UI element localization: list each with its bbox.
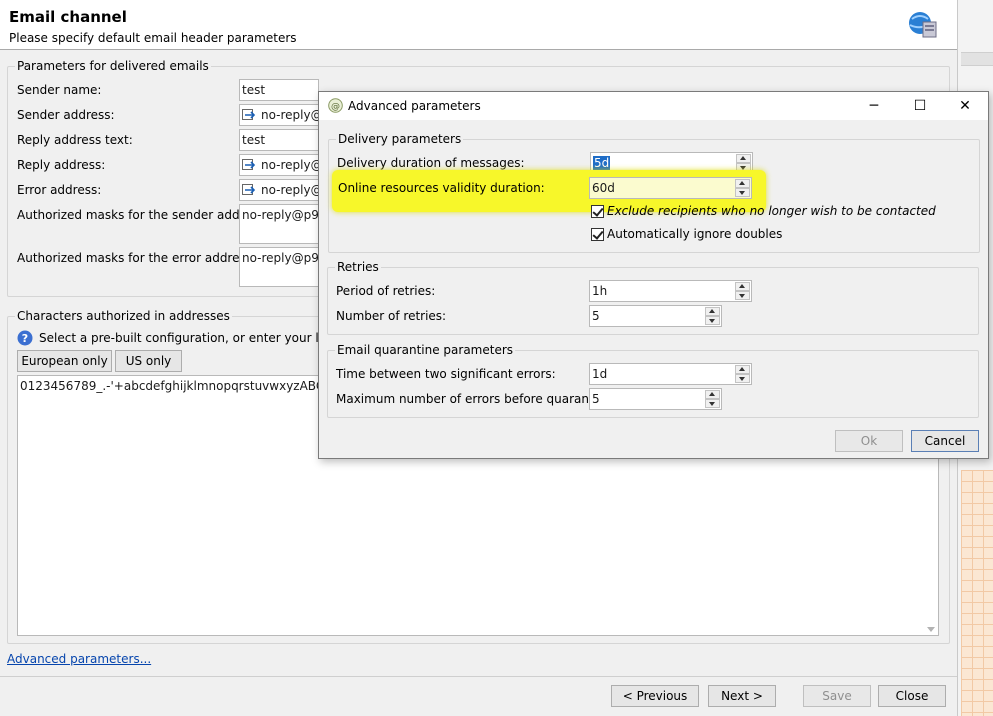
error-address-value: no-reply@ <box>261 183 319 197</box>
sender-address-label: Sender address: <box>17 108 115 122</box>
background-tab <box>961 52 993 66</box>
close-button[interactable]: Close <box>878 685 946 707</box>
scroll-down-arrow[interactable] <box>927 627 935 632</box>
ok-button[interactable]: Ok <box>835 430 903 452</box>
help-icon: ? <box>17 330 33 346</box>
retries-title: Retries <box>335 260 381 274</box>
background-grid <box>961 470 993 716</box>
retry-period-label: Period of retries: <box>336 284 436 298</box>
time-between-errors-value: 1d <box>592 367 608 381</box>
sender-masks-label: Authorized masks for the sender address: <box>17 208 269 222</box>
delivered-emails-group-title: Parameters for delivered emails <box>15 59 211 73</box>
error-masks-value: no-reply@p9.n <box>242 251 319 265</box>
error-address-field[interactable]: no-reply@ <box>239 179 319 201</box>
ignore-doubles-checkbox[interactable] <box>591 228 604 241</box>
reply-text-value: test <box>242 133 266 147</box>
cancel-button[interactable]: Cancel <box>911 430 979 452</box>
european-only-button[interactable]: European only <box>17 350 112 372</box>
wizard-header: Email channel Please specify default ema… <box>0 0 957 50</box>
address-link-icon <box>242 159 256 170</box>
retry-period-value: 1h <box>592 284 608 298</box>
previous-button[interactable]: < Previous <box>611 685 699 707</box>
next-button[interactable]: Next > <box>708 685 776 707</box>
sender-masks-value: no-reply@p9.n <box>242 208 319 222</box>
spin-down-icon[interactable] <box>735 291 750 300</box>
sender-masks-field[interactable]: no-reply@p9.n <box>239 204 319 244</box>
advanced-parameters-link[interactable]: Advanced parameters... <box>7 652 151 666</box>
validity-duration-label: Online resources validity duration: <box>338 181 545 195</box>
address-link-icon <box>242 184 256 195</box>
spin-down-icon[interactable] <box>705 399 720 408</box>
error-address-label: Error address: <box>17 183 102 197</box>
sender-address-value: no-reply@ <box>261 108 319 122</box>
reply-address-label: Reply address: <box>17 158 106 172</box>
footer-separator <box>0 676 957 677</box>
max-errors-value: 5 <box>592 392 600 406</box>
time-between-errors-spinner[interactable]: 1d <box>589 363 752 385</box>
email-channel-logo-icon <box>909 12 937 38</box>
validity-duration-spinner[interactable]: 60d <box>589 177 752 199</box>
validity-duration-value: 60d <box>592 181 615 195</box>
spin-up-icon[interactable] <box>735 365 750 374</box>
sender-name-value: test <box>242 83 266 97</box>
spin-down-icon[interactable] <box>735 188 750 197</box>
reply-text-field[interactable]: test <box>239 129 319 151</box>
retry-period-spinner[interactable]: 1h <box>589 280 752 302</box>
reply-address-field[interactable]: no-reply@ <box>239 154 319 176</box>
characters-group-title: Characters authorized in addresses <box>15 309 232 323</box>
spin-up-icon[interactable] <box>735 282 750 291</box>
max-errors-label: Maximum number of errors before quaranti… <box>336 392 617 406</box>
dialog-content-overlay: Online resources validity duration: 60d … <box>318 91 989 459</box>
authorized-characters-value: 0123456789_.-'+abcdefghijklmnopqrstuvwxy… <box>20 379 367 393</box>
exclude-recipients-checkbox[interactable] <box>591 205 604 218</box>
reply-text-label: Reply address text: <box>17 133 133 147</box>
time-between-errors-label: Time between two significant errors: <box>336 367 556 381</box>
svg-text:?: ? <box>22 332 28 345</box>
error-masks-field[interactable]: no-reply@p9.n <box>239 247 319 287</box>
ignore-doubles-label: Automatically ignore doubles <box>607 227 783 241</box>
retry-count-label: Number of retries: <box>336 309 447 323</box>
quarantine-title: Email quarantine parameters <box>335 343 516 357</box>
spin-down-icon[interactable] <box>735 374 750 383</box>
exclude-recipients-label: Exclude recipients who no longer wish to… <box>607 204 936 218</box>
spin-up-icon[interactable] <box>705 390 720 399</box>
save-button[interactable]: Save <box>803 685 871 707</box>
spin-down-icon[interactable] <box>705 316 720 325</box>
wizard-title: Email channel <box>9 8 127 26</box>
sender-name-label: Sender name: <box>17 83 102 97</box>
spin-up-icon[interactable] <box>735 179 750 188</box>
us-only-button[interactable]: US only <box>115 350 182 372</box>
address-link-icon <box>242 109 256 120</box>
sender-name-field[interactable]: test <box>239 79 319 101</box>
max-errors-spinner[interactable]: 5 <box>589 388 722 410</box>
sender-address-field[interactable]: no-reply@ <box>239 104 319 126</box>
wizard-subtitle: Please specify default email header para… <box>9 31 297 45</box>
retry-count-value: 5 <box>592 309 600 323</box>
error-masks-label: Authorized masks for the error address: <box>17 251 257 265</box>
retry-count-spinner[interactable]: 5 <box>589 305 722 327</box>
characters-hint: Select a pre-built configuration, or ent… <box>39 331 359 345</box>
reply-address-value: no-reply@ <box>261 158 319 172</box>
spin-up-icon[interactable] <box>705 307 720 316</box>
